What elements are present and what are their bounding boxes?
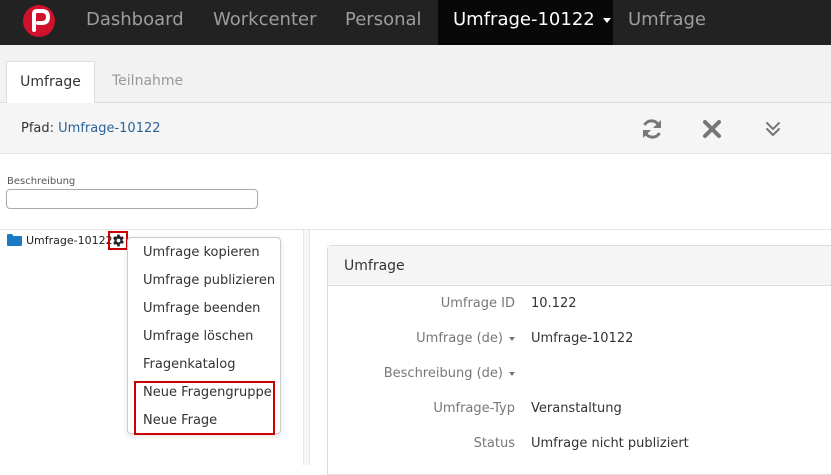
- tab-bar: Umfrage Teilnahme: [0, 45, 831, 104]
- prop-value-status: Umfrage nicht publiziert: [531, 436, 689, 451]
- prop-value-id: 10.122: [531, 296, 577, 311]
- path-link[interactable]: Umfrage-10122: [58, 121, 160, 136]
- nav-personal[interactable]: Personal: [345, 0, 422, 45]
- prop-label-description-de-text: Beschreibung (de): [383, 366, 503, 381]
- nav-workcenter[interactable]: Workcenter: [213, 0, 317, 45]
- detail-panel-title: Umfrage: [344, 258, 405, 274]
- tab-teilnahme[interactable]: Teilnahme: [97, 61, 198, 104]
- caret-down-icon: [602, 17, 611, 23]
- top-navbar: Dashboard Workcenter Personal Umfrage-10…: [0, 0, 831, 45]
- refresh-icon[interactable]: [640, 117, 664, 141]
- folder-icon: [7, 234, 22, 246]
- prop-value-survey-type: Veranstaltung: [531, 401, 622, 416]
- caret-down-icon: [509, 371, 515, 376]
- nav-umfrage[interactable]: Umfrage: [628, 0, 706, 45]
- prop-label-survey-type: Umfrage-Typ: [433, 401, 515, 416]
- path-label: Pfad:: [21, 121, 55, 136]
- panel-splitter[interactable]: [303, 230, 310, 465]
- menu-item-end-survey[interactable]: Umfrage beenden: [143, 301, 260, 316]
- nav-current-survey-dropdown[interactable]: Umfrage-10122: [438, 0, 613, 45]
- tree-node-survey[interactable]: Umfrage-10122: [26, 234, 113, 247]
- menu-item-delete-survey[interactable]: Umfrage löschen: [143, 329, 253, 344]
- double-chevron-down-icon[interactable]: [761, 117, 785, 141]
- description-filter-input[interactable]: [6, 189, 258, 209]
- detail-panel-header: Umfrage: [328, 246, 831, 286]
- menu-item-publish-survey[interactable]: Umfrage publizieren: [143, 273, 275, 288]
- nav-dashboard[interactable]: Dashboard: [86, 0, 184, 45]
- prop-label-description-de[interactable]: Beschreibung (de): [384, 366, 515, 381]
- prop-label-title-de[interactable]: Umfrage (de): [416, 331, 515, 346]
- description-filter-label: Beschreibung: [7, 176, 76, 187]
- highlight-box: [134, 381, 275, 435]
- prop-value-title-de[interactable]: Umfrage-10122: [531, 331, 633, 346]
- caret-down-icon: [509, 336, 515, 341]
- breadcrumb: Pfad: Umfrage-10122: [21, 121, 161, 136]
- menu-item-copy-survey[interactable]: Umfrage kopieren: [143, 245, 260, 260]
- menu-item-question-catalog[interactable]: Fragenkatalog: [143, 357, 235, 372]
- prop-label-title-de-text: Umfrage (de): [416, 331, 503, 346]
- path-toolbar: Pfad: Umfrage-10122: [0, 103, 831, 154]
- gear-icon: [113, 234, 124, 247]
- tab-umfrage[interactable]: Umfrage: [6, 61, 95, 104]
- close-icon[interactable]: [700, 117, 724, 141]
- nav-current-survey-label: Umfrage-10122: [453, 9, 595, 30]
- brand-logo-icon[interactable]: [23, 5, 55, 37]
- tree-node-settings-button[interactable]: [108, 231, 128, 250]
- prop-label-id: Umfrage ID: [440, 296, 515, 311]
- prop-label-status: Status: [473, 436, 515, 451]
